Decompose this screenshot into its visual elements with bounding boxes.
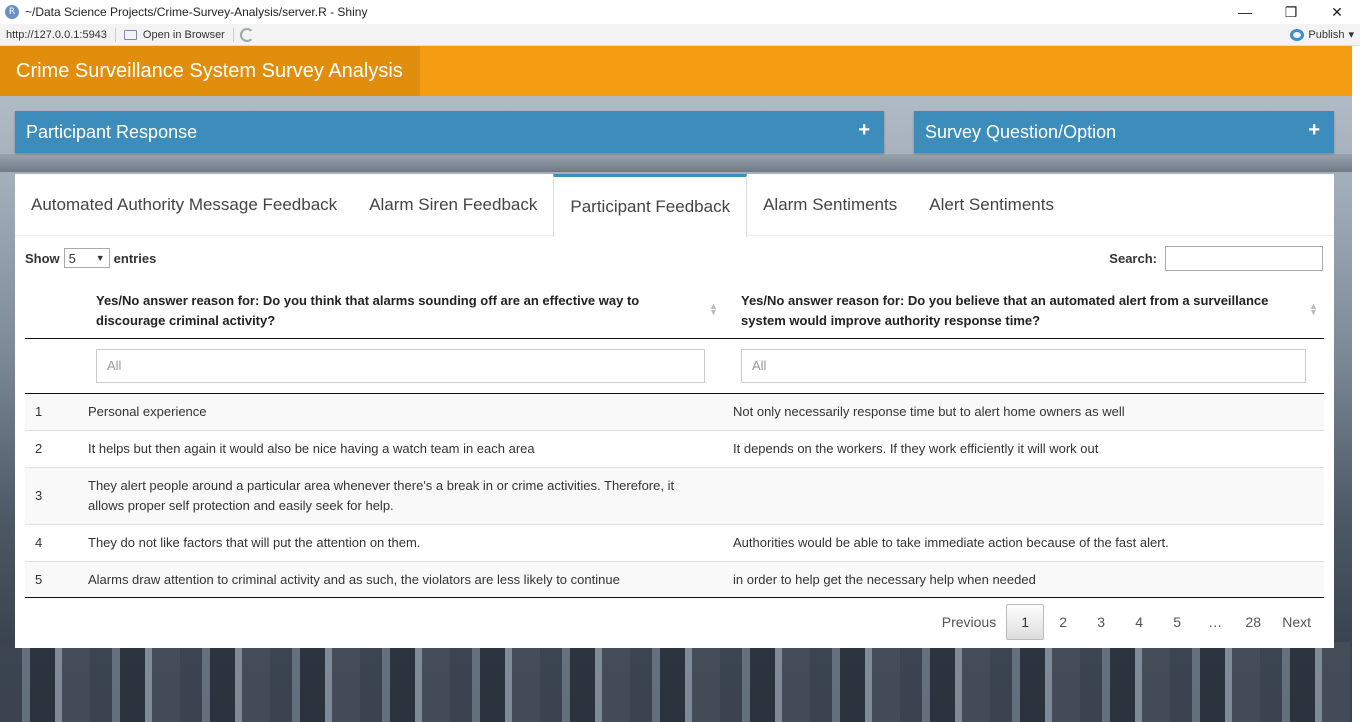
url-label: http://127.0.0.1:5943 xyxy=(0,27,116,42)
page-button-2[interactable]: 2 xyxy=(1044,604,1082,640)
chevron-down-icon: ▼ xyxy=(95,253,105,263)
table-row: 4 They do not like factors that will put… xyxy=(25,525,1324,562)
open-in-browser-button[interactable]: Open in Browser xyxy=(116,27,234,42)
table-bottom-border xyxy=(25,597,1324,598)
page-button-3[interactable]: 3 xyxy=(1082,604,1120,640)
expand-plus-icon[interactable]: + xyxy=(1308,119,1320,142)
pagination: Previous 1 2 3 4 5 … 28 Next xyxy=(932,604,1321,640)
search-input[interactable] xyxy=(1165,246,1323,271)
column-filter-input[interactable]: All xyxy=(741,349,1306,383)
tab-alarm-siren-feedback[interactable]: Alarm Siren Feedback xyxy=(353,174,553,236)
next-page-button[interactable]: Next xyxy=(1272,604,1321,640)
row-index: 1 xyxy=(35,404,43,419)
box-title: Survey Question/Option xyxy=(925,121,1117,142)
show-label: Show xyxy=(25,250,60,266)
column-header-alarms-reason[interactable]: Yes/No answer reason for: Do you think t… xyxy=(96,291,706,331)
window-title: ~/Data Science Projects/Crime-Survey-Ana… xyxy=(25,5,368,19)
entries-select[interactable]: 5 ▼ xyxy=(63,248,110,268)
chevron-down-icon: ▾ xyxy=(1348,29,1354,41)
page-ellipsis: … xyxy=(1208,614,1223,630)
tab-participant-feedback[interactable]: Participant Feedback xyxy=(553,174,748,237)
tab-bar: Automated Authority Message Feedback Ala… xyxy=(15,174,1334,237)
background-city xyxy=(0,642,1352,722)
restore-button[interactable]: ❐ xyxy=(1268,0,1314,24)
shiny-app: Crime Surveillance System Survey Analysi… xyxy=(0,46,1352,722)
column-filter-input[interactable]: All xyxy=(96,349,705,383)
viewer-toolbar: http://127.0.0.1:5943 Open in Browser Pu… xyxy=(0,24,1360,46)
table-row: 3 They alert people around a particular … xyxy=(25,468,1324,525)
entries-value: 5 xyxy=(68,250,76,266)
participant-response-box-header[interactable]: Participant Response + xyxy=(15,111,884,153)
column-header-alert-reason[interactable]: Yes/No answer reason for: Do you believe… xyxy=(741,291,1301,331)
publish-label: Publish xyxy=(1308,28,1345,41)
search-label: Search: xyxy=(1109,251,1157,266)
table-header: Yes/No answer reason for: Do you think t… xyxy=(25,285,1324,339)
cell-alarms-reason: They alert people around a particular ar… xyxy=(88,478,675,513)
table-row: 1 Personal experience Not only necessari… xyxy=(25,394,1324,431)
filter-row: All All xyxy=(25,339,1324,394)
page-button-4[interactable]: 4 xyxy=(1120,604,1158,640)
row-index: 2 xyxy=(35,441,43,456)
survey-question-box-header[interactable]: Survey Question/Option + xyxy=(914,111,1334,153)
refresh-icon[interactable] xyxy=(239,27,254,42)
cell-alert-reason: Not only necessarily response time but t… xyxy=(733,404,1125,419)
r-logo-icon: R xyxy=(5,5,19,19)
window-controls: — ❐ ✕ xyxy=(1222,0,1360,24)
close-button[interactable]: ✕ xyxy=(1314,0,1360,24)
box-title: Participant Response xyxy=(26,121,198,142)
sort-icon[interactable]: ▲ ▼ xyxy=(1309,302,1318,317)
tab-panel: Automated Authority Message Feedback Ala… xyxy=(15,174,1334,648)
cell-alert-reason: Authorities would be able to take immedi… xyxy=(733,535,1169,550)
cell-alarms-reason: It helps but then again it would also be… xyxy=(88,441,535,456)
window-titlebar: R ~/Data Science Projects/Crime-Survey-A… xyxy=(0,0,1360,24)
tab-alert-sentiments[interactable]: Alert Sentiments xyxy=(913,174,1070,236)
page-button-5[interactable]: 5 xyxy=(1158,604,1196,640)
cell-alert-reason: in order to help get the necessary help … xyxy=(733,572,1036,587)
previous-page-button[interactable]: Previous xyxy=(932,604,1006,640)
search-control: Search: xyxy=(1109,246,1323,271)
minimize-button[interactable]: — xyxy=(1222,0,1268,24)
table-row: 2 It helps but then again it would also … xyxy=(25,431,1324,468)
browser-window-icon xyxy=(123,29,137,40)
app-header: Crime Surveillance System Survey Analysi… xyxy=(0,46,1352,96)
publish-icon xyxy=(1290,28,1305,41)
background-skyline xyxy=(0,154,1352,172)
cell-alarms-reason: They do not like factors that will put t… xyxy=(88,535,421,550)
row-index: 5 xyxy=(35,572,43,587)
cell-alert-reason: It depends on the workers. If they work … xyxy=(733,441,1099,456)
page-button-1[interactable]: 1 xyxy=(1006,604,1045,640)
page-button-28[interactable]: 28 xyxy=(1234,604,1272,640)
entries-label: entries xyxy=(113,250,157,266)
cell-alarms-reason: Alarms draw attention to criminal activi… xyxy=(88,572,620,587)
app-title: Crime Surveillance System Survey Analysi… xyxy=(0,46,420,96)
tab-alarm-sentiments[interactable]: Alarm Sentiments xyxy=(747,174,913,236)
row-index: 4 xyxy=(35,535,43,550)
row-index: 3 xyxy=(35,488,43,503)
sort-icon[interactable]: ▲ ▼ xyxy=(709,302,718,317)
entries-control: Show 5 ▼ entries xyxy=(25,248,156,268)
open-in-browser-label: Open in Browser xyxy=(142,28,225,41)
expand-plus-icon[interactable]: + xyxy=(858,119,870,142)
table-row: 5 Alarms draw attention to criminal acti… xyxy=(25,562,1324,599)
tab-automated-authority-message-feedback[interactable]: Automated Authority Message Feedback xyxy=(15,174,353,236)
publish-button[interactable]: Publish ▾ xyxy=(1290,28,1354,41)
cell-alarms-reason: Personal experience xyxy=(88,404,207,419)
table-body: 1 Personal experience Not only necessari… xyxy=(25,394,1324,599)
